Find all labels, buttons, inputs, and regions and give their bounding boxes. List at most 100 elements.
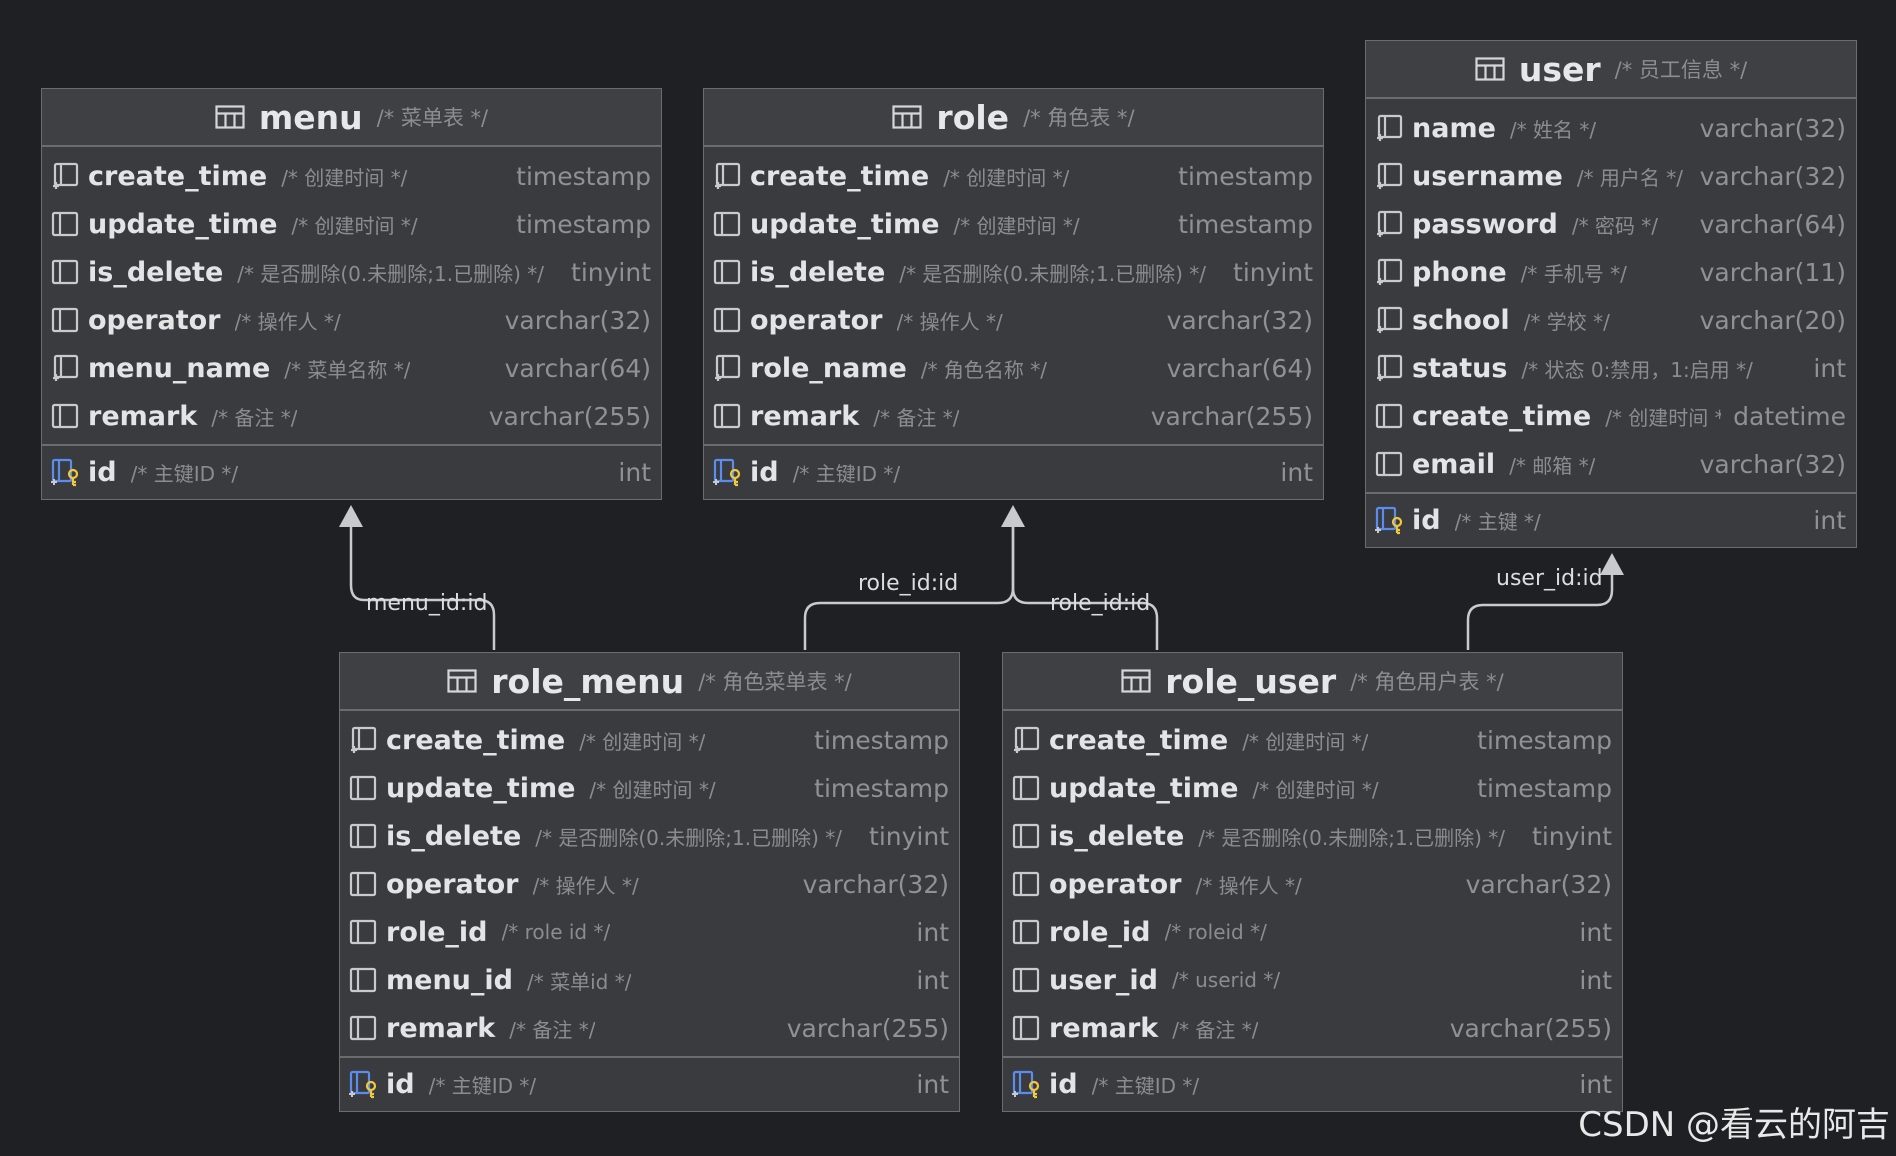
- relation-label-role-id-user: role_id:id: [1050, 591, 1151, 616]
- column-row[interactable]: create_time /* 创建时间 */ datetime: [1366, 392, 1856, 440]
- column-type: int: [1813, 353, 1846, 383]
- column-comment: /* 是否删除(0.未删除;1.已删除) */: [1198, 825, 1505, 850]
- entity-comment: /* 菜单表 */: [376, 106, 489, 130]
- column-name: is_delete: [1049, 820, 1185, 852]
- column-row[interactable]: create_time /* 创建时间 */ timestamp: [1003, 716, 1622, 764]
- column-type: tinyint: [1233, 257, 1313, 287]
- column-row[interactable]: user_id /* userid */ int: [1003, 956, 1622, 1004]
- column-type: varchar(255): [1150, 401, 1313, 431]
- column-name: role_id: [386, 916, 488, 948]
- column-comment: /* 备注 */: [1172, 1017, 1259, 1042]
- column-row[interactable]: is_delete /* 是否删除(0.未删除;1.已删除) */ tinyint: [42, 248, 661, 296]
- entity-header[interactable]: role_menu /* 角色菜单表 */: [340, 653, 959, 711]
- column-comment: /* 备注 */: [211, 405, 298, 430]
- column-icon: [1375, 403, 1403, 429]
- column-row[interactable]: operator /* 操作人 */ varchar(32): [704, 296, 1323, 344]
- column-icon: [51, 259, 79, 285]
- column-row[interactable]: remark /* 备注 */ varchar(255): [340, 1004, 959, 1052]
- column-row[interactable]: school /* 学校 */ varchar(20): [1366, 296, 1856, 344]
- column-name: create_time: [1049, 724, 1229, 756]
- column-comment: /* 姓名 */: [1509, 117, 1597, 142]
- primary-key-row[interactable]: id /* 主键ID */ int: [340, 1060, 959, 1108]
- column-name: menu_id: [386, 964, 513, 996]
- column-comment: /* 邮箱 */: [1509, 453, 1596, 478]
- column-row[interactable]: update_time /* 创建时间 */ timestamp: [42, 200, 661, 248]
- column-row[interactable]: is_delete /* 是否删除(0.未删除;1.已删除) */ tinyint: [340, 812, 959, 860]
- column-type: int: [618, 457, 651, 487]
- column-row[interactable]: operator /* 操作人 */ varchar(32): [1003, 860, 1622, 908]
- column-row[interactable]: password /* 密码 */ varchar(64): [1366, 200, 1856, 248]
- column-index-icon: [351, 726, 377, 753]
- entity-header[interactable]: user /* 员工信息 */: [1366, 41, 1856, 99]
- column-comment: /* 角色名称 */: [920, 357, 1048, 382]
- primary-key-row[interactable]: id /* 主键ID */ int: [704, 448, 1323, 496]
- column-icon: [51, 307, 79, 333]
- primary-key-row[interactable]: id /* 主键ID */ int: [42, 448, 661, 496]
- column-name: email: [1412, 448, 1496, 480]
- column-row[interactable]: remark /* 备注 */ varchar(255): [1003, 1004, 1622, 1052]
- entity-header[interactable]: role /* 角色表 */: [704, 89, 1323, 147]
- entity-header[interactable]: role_user /* 角色用户表 */: [1003, 653, 1622, 711]
- relation-line-role-menu-to-menu: [349, 510, 496, 650]
- column-name: phone: [1412, 256, 1507, 288]
- column-comment: /* 主键ID */: [130, 461, 239, 486]
- column-row[interactable]: role_name /* 角色名称 */ varchar(64): [704, 344, 1323, 392]
- column-type: varchar(32): [504, 305, 651, 335]
- column-index-icon: [53, 162, 79, 189]
- column-row[interactable]: username /* 用户名 */ varchar(32): [1366, 152, 1856, 200]
- column-type: tinyint: [869, 821, 949, 851]
- entity-role-menu[interactable]: role_menu /* 角色菜单表 */ create_time /* 创建时间 *…: [339, 652, 960, 1112]
- column-type: varchar(32): [1699, 113, 1846, 143]
- column-row[interactable]: name /* 姓名 */ varchar(32): [1366, 104, 1856, 152]
- column-row[interactable]: remark /* 备注 */ varchar(255): [704, 392, 1323, 440]
- column-row[interactable]: email /* 邮箱 */ varchar(32): [1366, 440, 1856, 488]
- column-row[interactable]: role_id /* roleid */ int: [1003, 908, 1622, 956]
- column-comment: /* role id */: [501, 920, 611, 944]
- column-type: varchar(64): [1699, 209, 1846, 239]
- column-row[interactable]: is_delete /* 是否删除(0.未删除;1.已删除) */ tinyint: [1003, 812, 1622, 860]
- entity-role-user[interactable]: role_user /* 角色用户表 */ create_time /* 创建时间 *…: [1002, 652, 1623, 1112]
- column-row[interactable]: create_time /* 创建时间 */ timestamp: [42, 152, 661, 200]
- column-row[interactable]: role_id /* role id */ int: [340, 908, 959, 956]
- primary-key-row[interactable]: id /* 主键 */ int: [1366, 496, 1856, 544]
- column-type: int: [916, 917, 949, 947]
- column-row[interactable]: operator /* 操作人 */ varchar(32): [42, 296, 661, 344]
- entity-role[interactable]: role /* 角色表 */ create_time /* 创建时间 */ timest…: [703, 88, 1324, 500]
- column-row[interactable]: menu_id /* 菜单id */ int: [340, 956, 959, 1004]
- column-comment: /* 备注 */: [873, 405, 960, 430]
- column-comment: /* 创建时间 */: [1605, 405, 1722, 430]
- column-icon: [713, 307, 741, 333]
- column-type: varchar(255): [786, 1013, 949, 1043]
- column-name: remark: [386, 1012, 496, 1044]
- column-name: menu_name: [88, 352, 271, 384]
- column-index-icon: [1377, 114, 1403, 141]
- column-name: is_delete: [386, 820, 522, 852]
- column-row[interactable]: is_delete /* 是否删除(0.未删除;1.已删除) */ tinyint: [704, 248, 1323, 296]
- primary-key-icon: [1012, 1070, 1040, 1099]
- column-row[interactable]: status /* 状态 0:禁用，1:启用 */ int: [1366, 344, 1856, 392]
- primary-key-icon: [51, 458, 79, 487]
- column-row[interactable]: update_time /* 创建时间 */ timestamp: [340, 764, 959, 812]
- column-index-icon: [715, 354, 741, 381]
- relation-arrow-role: [1001, 505, 1025, 527]
- column-type: timestamp: [1477, 773, 1612, 803]
- entity-header[interactable]: menu /* 菜单表 */: [42, 89, 661, 147]
- entity-user[interactable]: user/* 员工信息 */name/* 姓名 */varchar(32) use…: [1365, 40, 1857, 548]
- column-row[interactable]: remark /* 备注 */ varchar(255): [42, 392, 661, 440]
- column-row[interactable]: operator /* 操作人 */ varchar(32): [340, 860, 959, 908]
- entity-comment: /* 员工信息 */: [1614, 58, 1748, 82]
- column-row[interactable]: menu_name /* 菜单名称 */ varchar(64): [42, 344, 661, 392]
- column-icon: [713, 403, 741, 429]
- column-row[interactable]: create_time /* 创建时间 */ timestamp: [704, 152, 1323, 200]
- column-row[interactable]: update_time /* 创建时间 */ timestamp: [704, 200, 1323, 248]
- column-row[interactable]: create_time /* 创建时间 */ timestamp: [340, 716, 959, 764]
- column-row[interactable]: phone /* 手机号 */ varchar(11): [1366, 248, 1856, 296]
- column-comment: /* roleid */: [1164, 920, 1267, 944]
- column-name: update_time: [386, 772, 576, 804]
- primary-key-row[interactable]: id /* 主键ID */ int: [1003, 1060, 1622, 1108]
- table-icon: [1121, 669, 1151, 693]
- column-row[interactable]: update_time /* 创建时间 */ timestamp: [1003, 764, 1622, 812]
- column-name: operator: [1049, 868, 1182, 900]
- relation-label-menu-id: menu_id:id: [366, 591, 488, 616]
- entity-menu[interactable]: menu /* 菜单表 */ create_time /* 创建时间 */ timest…: [41, 88, 662, 500]
